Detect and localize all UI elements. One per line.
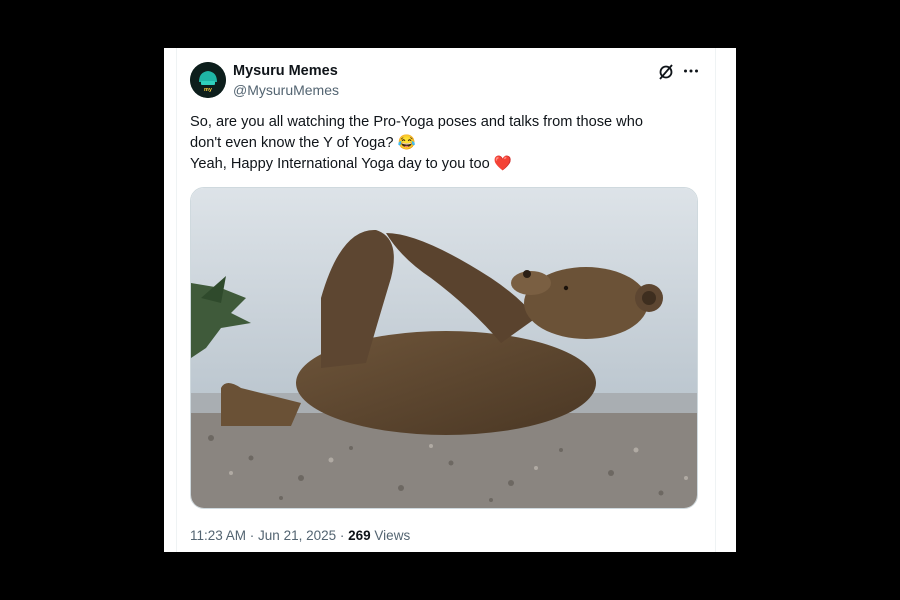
tweet-date[interactable]: Jun 21, 2025 xyxy=(258,528,336,543)
author-handle[interactable]: @MysuruMemes xyxy=(233,82,339,98)
meta-separator: · xyxy=(246,528,259,543)
tweet-time[interactable]: 11:23 AM xyxy=(190,528,246,543)
meta-separator: · xyxy=(336,528,349,543)
tweet-text-line: don't even know the Y of Yoga? 😂 xyxy=(190,135,416,151)
tweet-meta: 11:23 AM · Jun 21, 2025 · 269 Views xyxy=(190,528,410,543)
svg-text:my: my xyxy=(204,87,213,93)
avatar-logo: my xyxy=(190,62,226,98)
more-options-icon[interactable] xyxy=(682,62,700,80)
tweet-text-line: Yeah, Happy International Yoga day to yo… xyxy=(190,156,512,172)
avatar[interactable]: my xyxy=(190,62,226,98)
tweet-media-image[interactable] xyxy=(190,187,698,509)
tweet-card: my Mysuru Memes @MysuruMemes So, are you… xyxy=(164,48,736,552)
tweet-text-line: So, are you all watching the Pro-Yoga po… xyxy=(190,114,643,130)
grok-icon[interactable] xyxy=(657,63,675,81)
views-count: 269 xyxy=(348,528,371,543)
author-display-name[interactable]: Mysuru Memes xyxy=(233,63,338,79)
tweet-text: So, are you all watching the Pro-Yoga po… xyxy=(190,112,690,175)
bear-yoga-photo xyxy=(191,188,697,508)
views-label: Views xyxy=(374,528,411,543)
